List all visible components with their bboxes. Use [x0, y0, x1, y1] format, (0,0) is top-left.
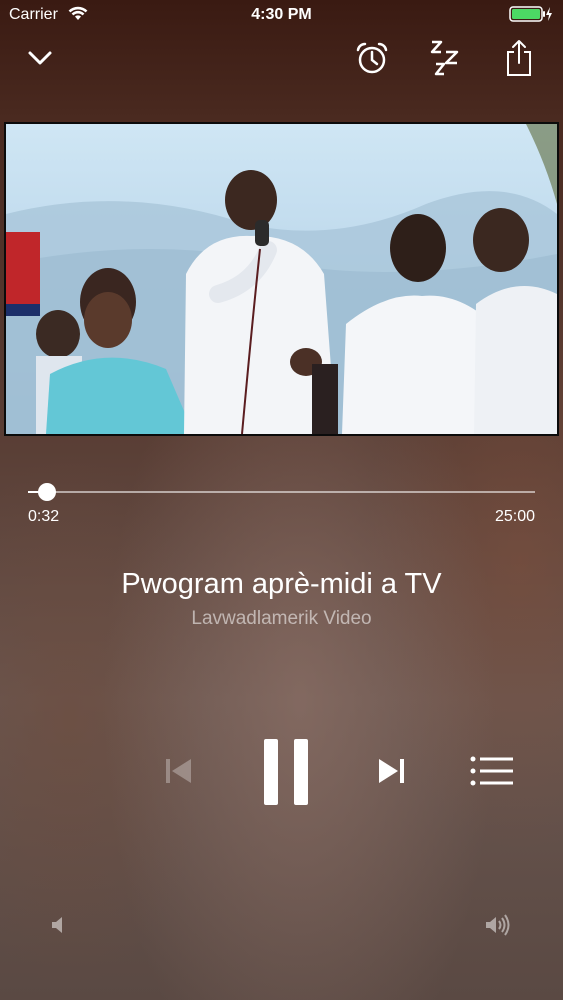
progress-track[interactable]	[28, 491, 535, 493]
skip-previous-icon[interactable]	[160, 752, 198, 790]
list-icon[interactable]	[468, 752, 516, 790]
video-frame-image	[6, 124, 557, 434]
playback-controls	[0, 730, 563, 814]
speaker-low-icon	[50, 914, 70, 941]
chevron-down-icon[interactable]	[22, 40, 58, 76]
progress-slider[interactable]	[28, 482, 535, 502]
total-duration: 25:00	[494, 508, 535, 525]
video-player[interactable]	[4, 122, 559, 436]
status-time: 4:30 PM	[251, 6, 312, 23]
track-subtitle: Lavwadlamerik Video	[191, 608, 372, 629]
share-icon[interactable]	[500, 36, 538, 80]
elapsed-time: 0:32	[28, 508, 60, 525]
status-bar: Carrier 4:30 PM	[0, 0, 563, 30]
alarm-clock-icon[interactable]	[352, 38, 392, 78]
speaker-high-icon	[484, 914, 514, 941]
skip-next-icon[interactable]	[372, 752, 410, 790]
player-top-bar	[0, 36, 563, 80]
progress-thumb[interactable]	[38, 483, 56, 501]
sleep-zzz-icon[interactable]	[426, 36, 466, 80]
track-title: Pwogram aprè-midi a TV	[121, 568, 442, 600]
battery-icon	[509, 6, 553, 27]
pause-icon[interactable]	[258, 736, 314, 808]
